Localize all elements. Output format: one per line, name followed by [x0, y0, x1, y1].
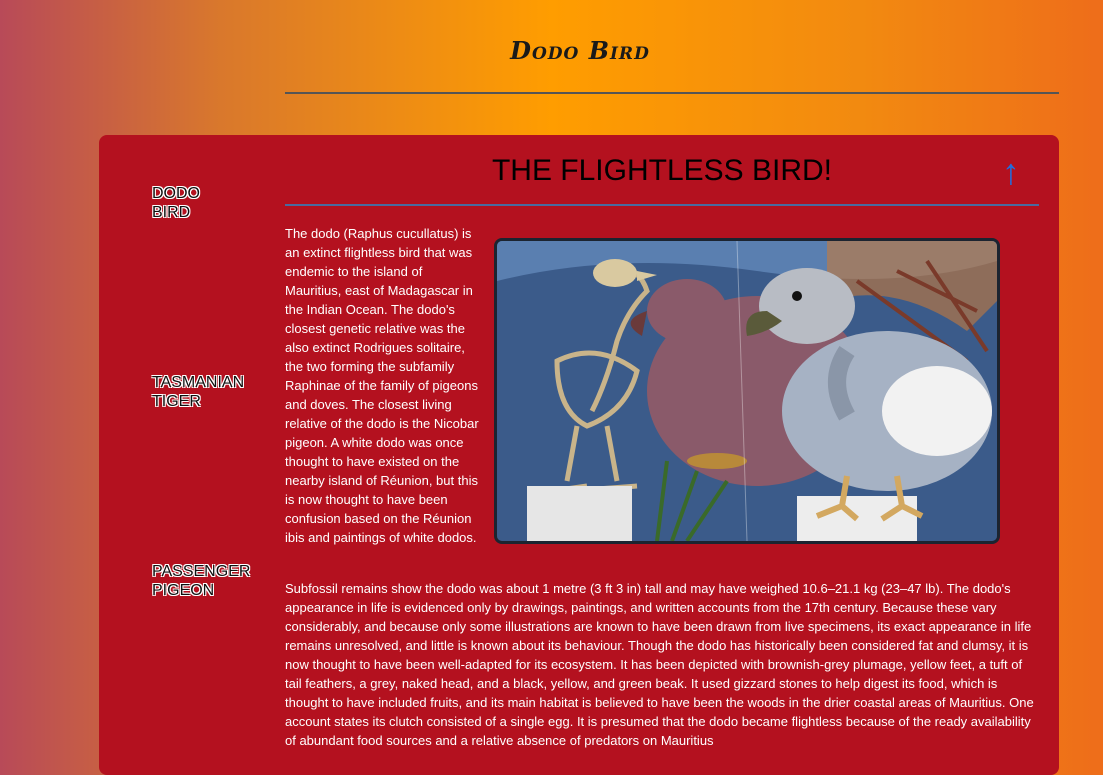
nav-link-tasmanian-tiger[interactable]: TASMANIAN TIGER [152, 373, 262, 411]
section-heading: THE FLIGHTLESS BIRD! [491, 154, 833, 187]
content-panel: DODO BIRD TASMANIAN TIGER PASSENGER PIGE… [99, 135, 1059, 775]
dodo-exhibit-illustration [497, 241, 997, 541]
back-to-top-arrow-icon[interactable]: ↑ [1002, 151, 1020, 193]
intro-paragraph: The dodo (Raphus cucullatus) is an extin… [285, 226, 479, 545]
heading-divider [285, 204, 1039, 206]
header-divider [285, 92, 1059, 94]
nav-link-dodo-bird[interactable]: DODO BIRD [152, 184, 262, 222]
site-title: Dodo Bird [510, 36, 650, 65]
nav-link-passenger-pigeon[interactable]: PASSENGER PIGEON [152, 562, 262, 600]
dodo-photo [494, 238, 1000, 544]
body-paragraph: Subfossil remains show the dodo was abou… [285, 581, 1034, 748]
